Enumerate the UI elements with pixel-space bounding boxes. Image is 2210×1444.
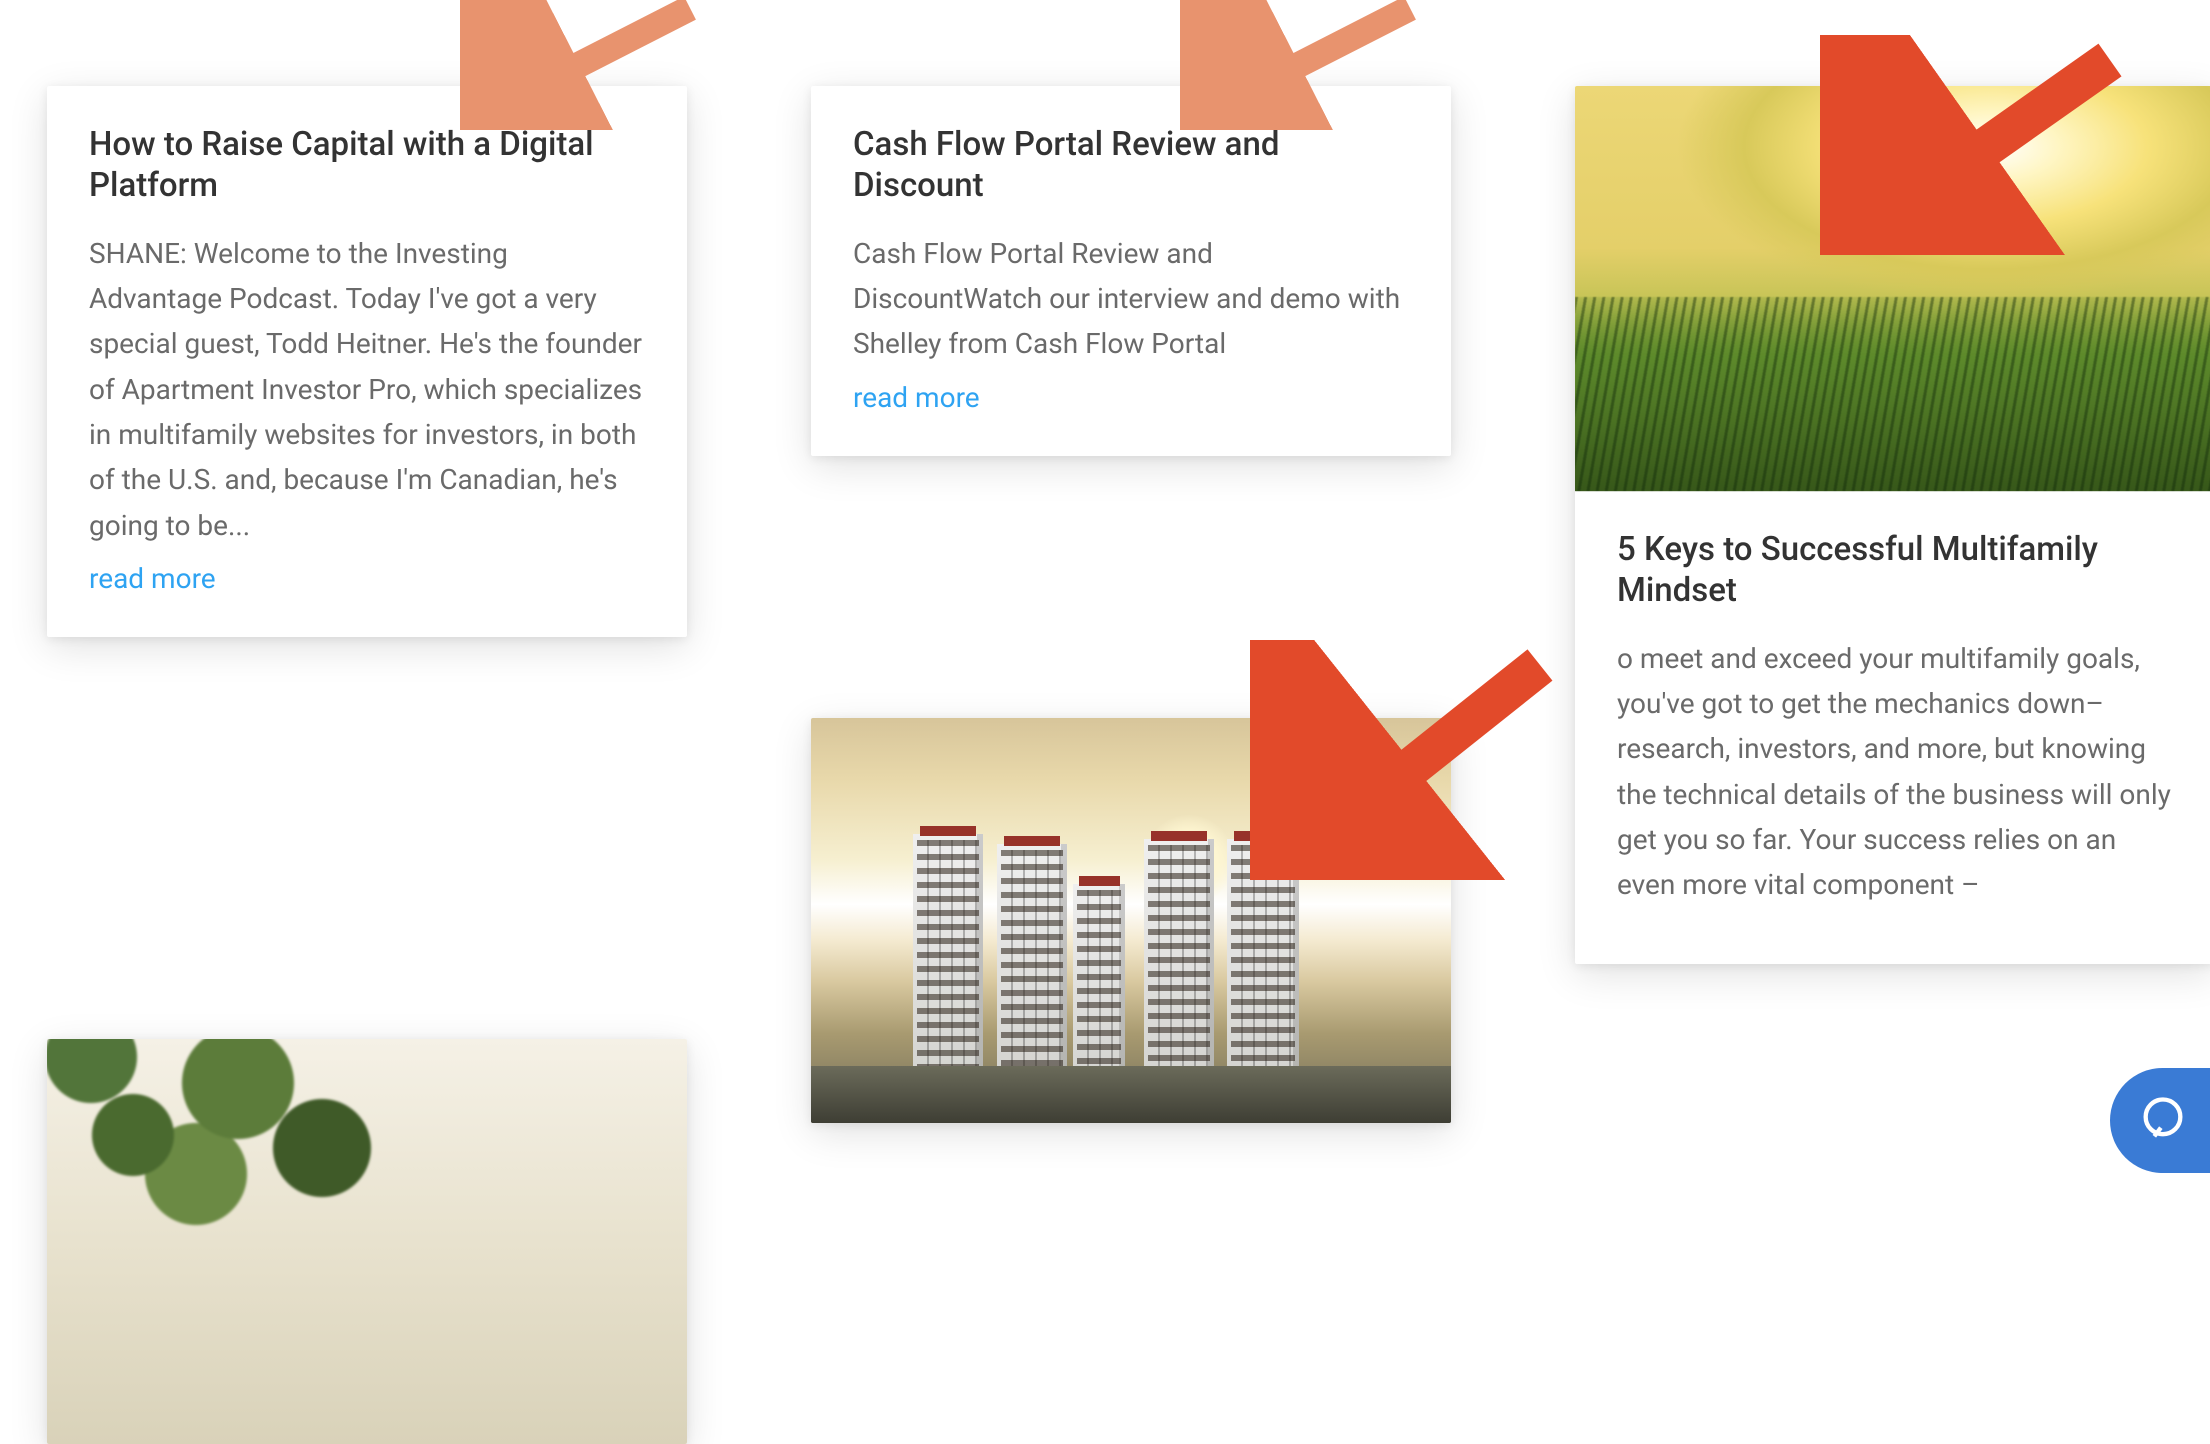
blog-card[interactable] xyxy=(47,1039,687,1444)
blog-card[interactable]: How to Raise Capital with a Digital Plat… xyxy=(47,86,687,637)
card-content: Cash Flow Portal Review and Discount Cas… xyxy=(811,86,1451,456)
blog-card[interactable] xyxy=(811,718,1451,1123)
card-title[interactable]: Cash Flow Portal Review and Discount xyxy=(853,124,1409,207)
card-excerpt: Cash Flow Portal Review and DiscountWatc… xyxy=(853,231,1409,367)
read-more-link[interactable]: read more xyxy=(853,381,980,414)
chat-icon xyxy=(2137,1093,2189,1149)
card-content: 5 Keys to Successful Multifamily Mindset… xyxy=(1575,491,2210,964)
card-featured-image[interactable] xyxy=(811,718,1451,1123)
card-featured-image[interactable] xyxy=(1575,86,2210,491)
card-featured-image[interactable] xyxy=(47,1039,687,1444)
card-content: How to Raise Capital with a Digital Plat… xyxy=(47,86,687,637)
blog-card[interactable]: Cash Flow Portal Review and Discount Cas… xyxy=(811,86,1451,456)
read-more-link[interactable]: read more xyxy=(89,562,216,595)
chat-widget-button[interactable] xyxy=(2110,1068,2210,1173)
blog-card-grid: How to Raise Capital with a Digital Plat… xyxy=(0,0,2210,1168)
card-title[interactable]: How to Raise Capital with a Digital Plat… xyxy=(89,124,645,207)
card-excerpt: o meet and exceed your multifamily goals… xyxy=(1617,636,2172,908)
blog-card[interactable]: 5 Keys to Successful Multifamily Mindset… xyxy=(1575,86,2210,964)
card-excerpt: SHANE: Welcome to the Investing Advantag… xyxy=(89,231,645,549)
card-title[interactable]: 5 Keys to Successful Multifamily Mindset xyxy=(1617,529,2172,612)
